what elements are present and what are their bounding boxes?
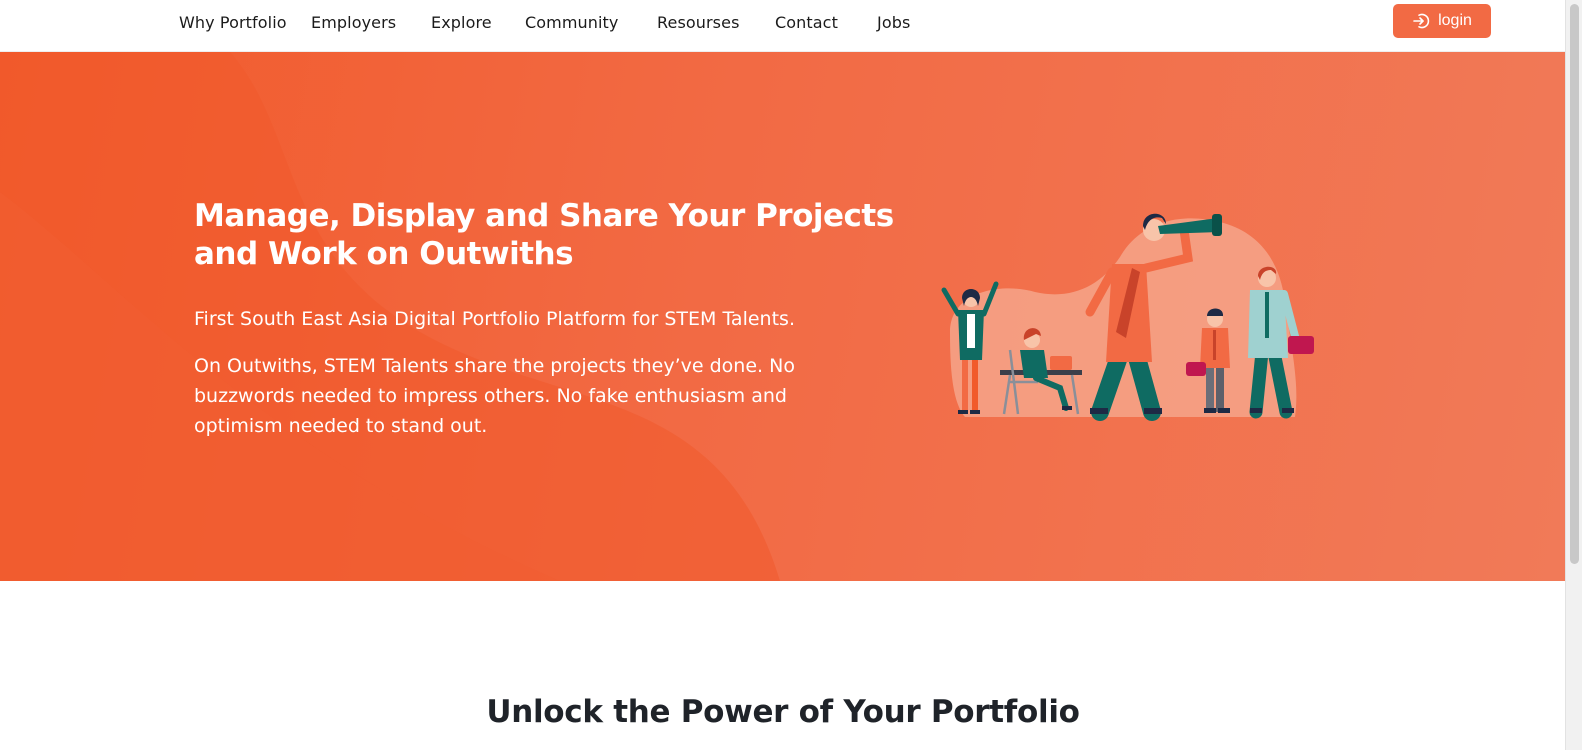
hero-subtitle: First South East Asia Digital Portfolio … bbox=[194, 308, 795, 330]
nav-link-explore[interactable]: Explore bbox=[431, 13, 492, 32]
login-button[interactable]: login bbox=[1393, 4, 1491, 38]
nav-link-jobs[interactable]: Jobs bbox=[877, 13, 910, 32]
nav-link-resources[interactable]: Resourses bbox=[657, 13, 740, 32]
section-title: Unlock the Power of Your Portfolio bbox=[486, 694, 1080, 730]
top-navigation: Why Portfolio Employers Explore Communit… bbox=[0, 0, 1566, 52]
nav-link-employers[interactable]: Employers bbox=[311, 13, 396, 32]
login-label: login bbox=[1438, 12, 1472, 29]
page-scrollbar[interactable] bbox=[1565, 0, 1582, 750]
hero-description: On Outwiths, STEM Talents share the proj… bbox=[194, 355, 795, 437]
nav-link-contact[interactable]: Contact bbox=[775, 13, 838, 32]
scrollbar-thumb[interactable] bbox=[1570, 4, 1579, 564]
hero-banner: Manage, Display and Share Your Projects … bbox=[0, 52, 1566, 581]
hero-title: Manage, Display and Share Your Projects … bbox=[194, 198, 894, 272]
team-with-telescope-illustration bbox=[941, 213, 1314, 421]
login-arrow-icon bbox=[1412, 12, 1430, 30]
nav-link-community[interactable]: Community bbox=[525, 13, 619, 32]
nav-link-why-portfolio[interactable]: Why Portfolio bbox=[179, 13, 287, 32]
